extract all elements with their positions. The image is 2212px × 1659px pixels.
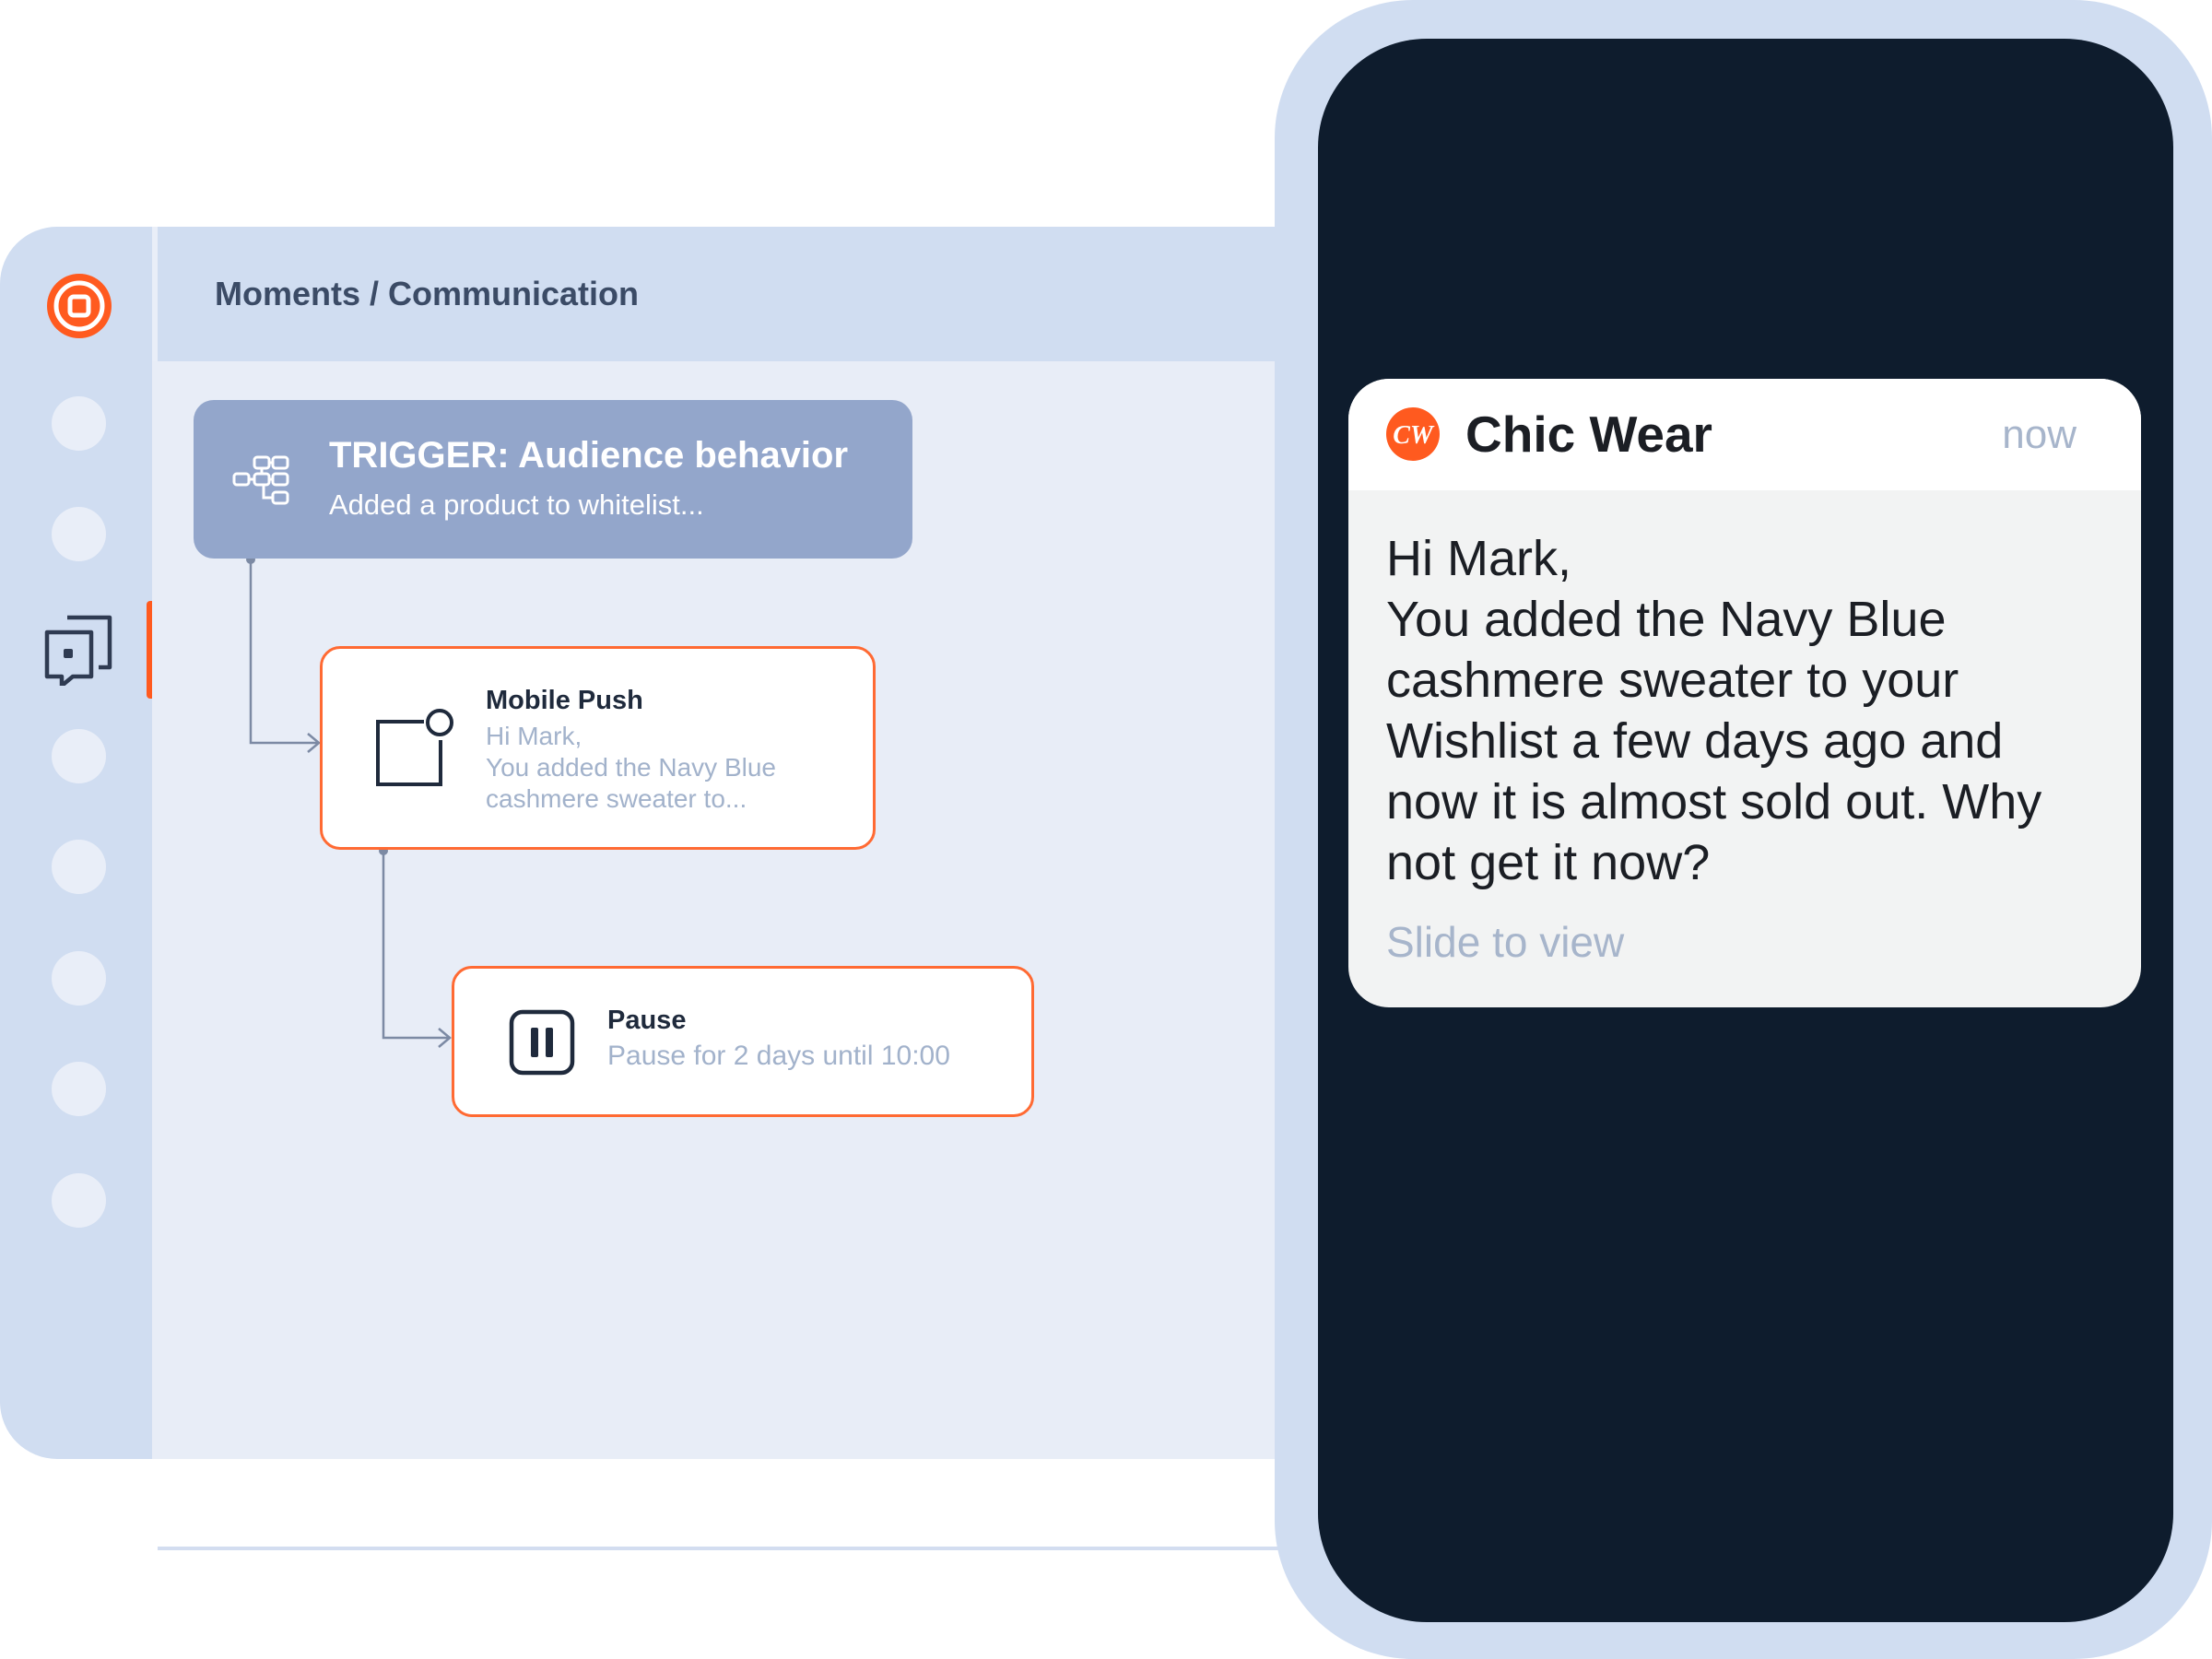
svg-text:CW: CW (1393, 421, 1435, 450)
sidebar-item-1[interactable] (52, 396, 106, 451)
notification-time: now (2002, 412, 2077, 457)
sidebar-item-2[interactable] (52, 507, 106, 561)
pause-icon (509, 1009, 575, 1076)
sidebar-item-6[interactable] (52, 951, 106, 1006)
scene: Moments / Communication TRIGGER: Audienc… (0, 0, 2212, 1659)
mobile-push-node[interactable]: Mobile Push Hi Mark, You added the Navy … (320, 646, 876, 850)
page-header: Moments / Communication (158, 227, 1309, 361)
slide-to-view-hint[interactable]: Slide to view (1386, 917, 1624, 967)
communication-icon[interactable] (41, 612, 115, 686)
trigger-node[interactable]: TRIGGER: Audience behavior Added a produ… (194, 400, 912, 559)
hierarchy-icon (232, 455, 289, 505)
chic-wear-logo-icon: CW (1386, 407, 1440, 461)
breadcrumb[interactable]: Moments / Communication (215, 275, 639, 313)
mobile-push-title: Mobile Push (486, 686, 643, 715)
sidebar-item-4[interactable] (52, 729, 106, 783)
sidebar-item-7[interactable] (52, 1062, 106, 1116)
canvas-divider (158, 1547, 1309, 1550)
sidebar-item-8[interactable] (52, 1173, 106, 1228)
mobile-push-preview: Hi Mark, You added the Navy Blue cashmer… (486, 722, 776, 813)
brand-logo-icon[interactable] (46, 273, 112, 339)
sidebar-item-5[interactable] (52, 840, 106, 894)
pause-subtitle: Pause for 2 days until 10:00 (607, 1041, 950, 1071)
notification-app-name: Chic Wear (1465, 406, 1712, 463)
notification-message: Hi Mark, You added the Navy Blue cashmer… (1386, 531, 2042, 890)
trigger-title: TRIGGER: Audience behavior (329, 435, 849, 476)
trigger-subtitle: Added a product to whitelist... (329, 488, 704, 521)
pause-title: Pause (607, 1006, 687, 1035)
pause-node[interactable]: Pause Pause for 2 days until 10:00 (452, 966, 1034, 1117)
mobile-push-icon (376, 709, 453, 786)
push-notification[interactable]: CW Chic Wear now Hi Mark, You added the … (1348, 379, 2141, 1007)
sidebar (0, 227, 154, 1459)
notification-header: CW Chic Wear now (1348, 379, 2141, 490)
